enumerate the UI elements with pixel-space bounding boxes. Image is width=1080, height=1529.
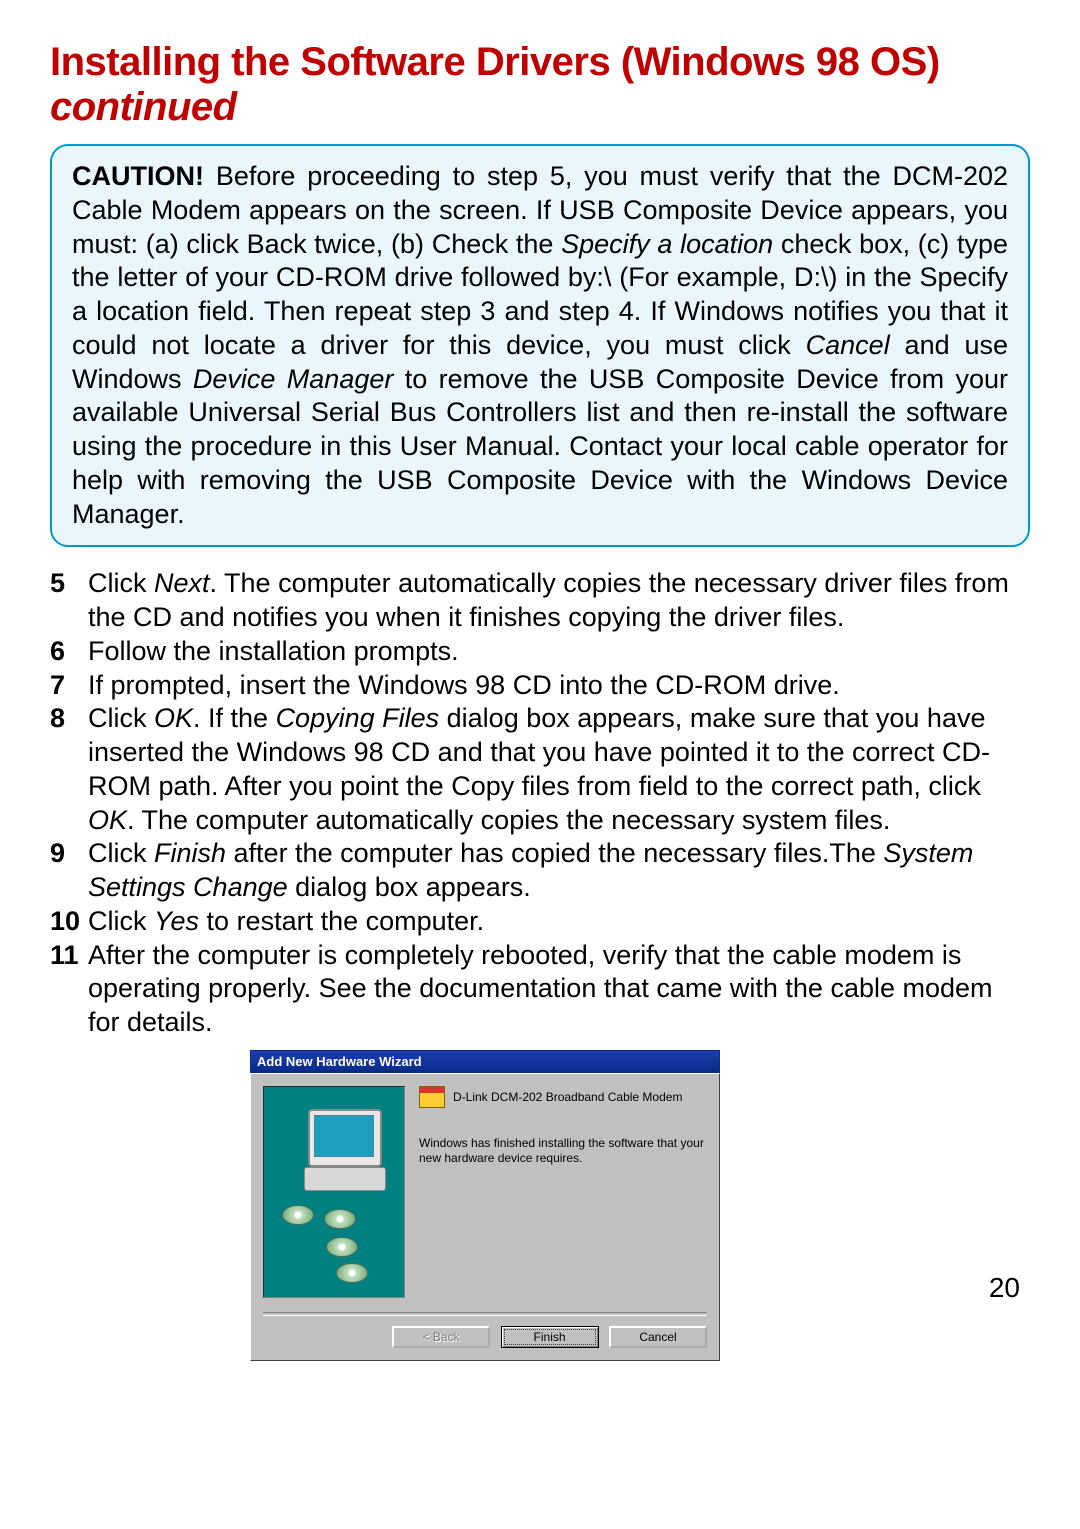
caution-italic-devmgr: Device Manager (193, 364, 393, 394)
step-text: Click Finish after the computer has copi… (88, 837, 1030, 905)
step-8: 8 Click OK. If the Copying Files dialog … (50, 702, 1030, 837)
step-number: 5 (50, 567, 88, 601)
dialog-titlebar: Add New Hardware Wizard (250, 1050, 720, 1073)
dialog-body: D-Link DCM-202 Broadband Cable Modem Win… (250, 1073, 720, 1361)
dialog-content: D-Link DCM-202 Broadband Cable Modem Win… (263, 1086, 707, 1306)
step-text: Click Next. The computer automatically c… (88, 567, 1030, 635)
device-line: D-Link DCM-202 Broadband Cable Modem (419, 1086, 707, 1108)
step-11: 11 After the computer is completely rebo… (50, 939, 1030, 1040)
page-number: 20 (989, 1272, 1020, 1304)
step-7: 7 If prompted, insert the Windows 98 CD … (50, 669, 1030, 703)
wizard-graphic (263, 1086, 405, 1298)
pc-base-icon (304, 1167, 386, 1191)
step-6: 6 Follow the installation prompts. (50, 635, 1030, 669)
step-number: 10 (50, 905, 88, 939)
page-title: Installing the Software Drivers (Windows… (50, 40, 1030, 130)
install-finished-message: Windows has finished installing the soft… (419, 1136, 707, 1167)
step-number: 11 (50, 939, 88, 973)
title-main: Installing the Software Drivers (Windows… (50, 40, 940, 84)
cancel-button[interactable]: Cancel (609, 1326, 707, 1348)
step-text: Follow the installation prompts. (88, 635, 1030, 669)
title-continued: continued (50, 85, 237, 129)
step-9: 9 Click Finish after the computer has co… (50, 837, 1030, 905)
step-number: 9 (50, 837, 88, 871)
steps-list: 5 Click Next. The computer automatically… (50, 567, 1030, 1040)
finish-button[interactable]: Finish (501, 1326, 599, 1348)
step-number: 6 (50, 635, 88, 669)
back-button[interactable]: < Back (392, 1326, 490, 1348)
dialog-divider (263, 1312, 707, 1316)
caution-italic-specify: Specify a location (561, 229, 773, 259)
step-number: 7 (50, 669, 88, 703)
step-10: 10 Click Yes to restart the computer. (50, 905, 1030, 939)
caution-italic-cancel: Cancel (806, 330, 890, 360)
step-number: 8 (50, 702, 88, 736)
dialog-button-row: < Back Finish Cancel (263, 1326, 707, 1348)
step-text: If prompted, insert the Windows 98 CD in… (88, 669, 1030, 703)
dialog-right-pane: D-Link DCM-202 Broadband Cable Modem Win… (419, 1086, 707, 1167)
device-card-icon (419, 1086, 445, 1108)
disc-icon (336, 1263, 368, 1283)
disc-icon (282, 1205, 314, 1225)
document-page: Installing the Software Drivers (Windows… (0, 0, 1080, 1529)
caution-label: CAUTION! (72, 161, 204, 191)
step-text: After the computer is completely reboote… (88, 939, 1030, 1040)
monitor-screen-icon (314, 1115, 374, 1157)
device-name: D-Link DCM-202 Broadband Cable Modem (453, 1090, 682, 1104)
disc-icon (324, 1209, 356, 1229)
hardware-wizard-dialog: Add New Hardware Wizard D-Link DCM-202 B… (250, 1050, 720, 1361)
step-text: Click OK. If the Copying Files dialog bo… (88, 702, 1030, 837)
step-text: Click Yes to restart the computer. (88, 905, 1030, 939)
disc-icon (326, 1237, 358, 1257)
step-5: 5 Click Next. The computer automatically… (50, 567, 1030, 635)
caution-box: CAUTION! Before proceeding to step 5, yo… (50, 144, 1030, 547)
